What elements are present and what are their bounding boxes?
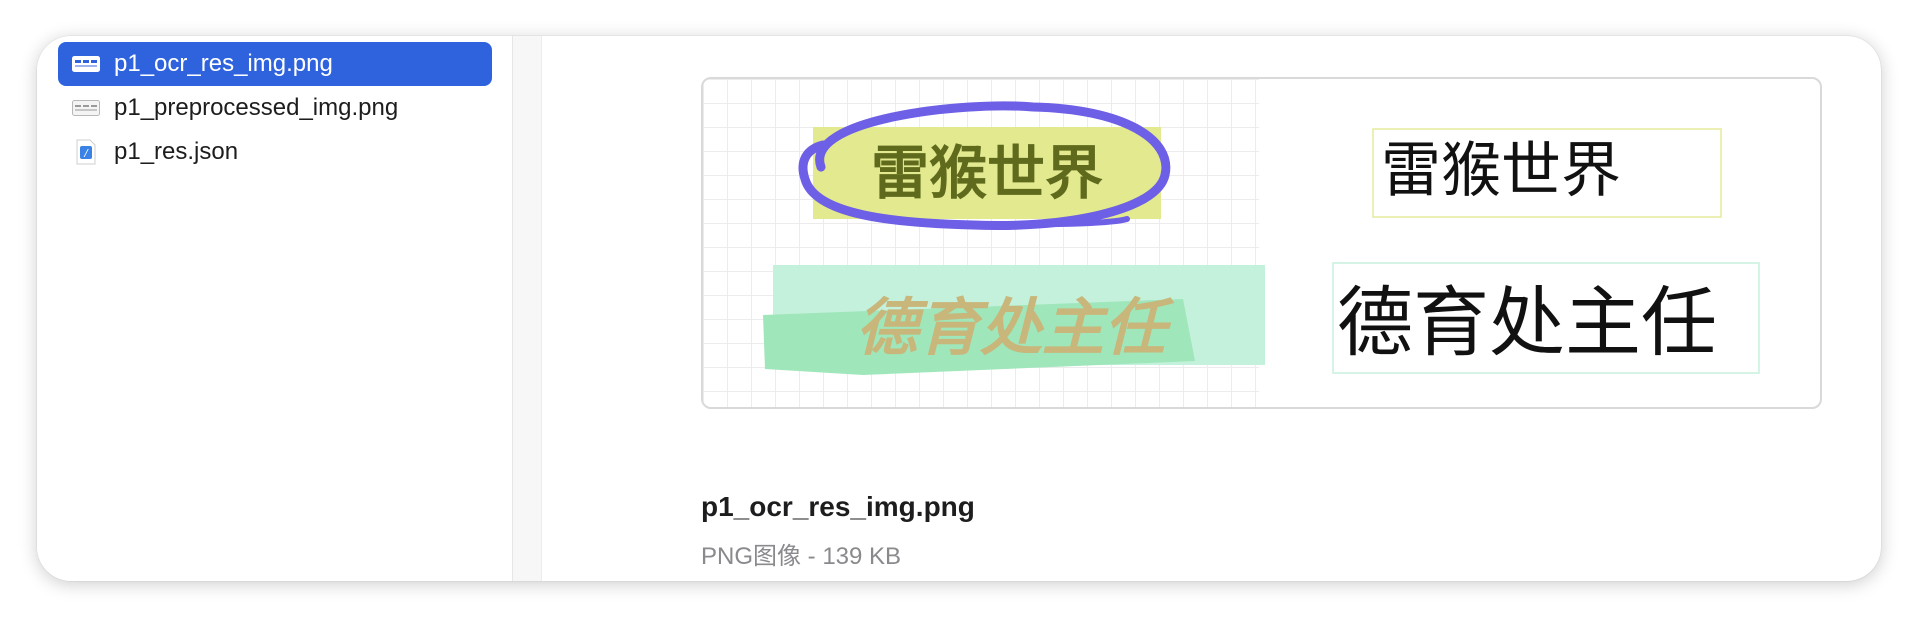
image-file-icon xyxy=(72,53,100,75)
file-list: p1_ocr_res_img.png p1_preprocessed_img.p… xyxy=(58,42,492,174)
left-brush-text: 德育处主任 xyxy=(856,291,1175,364)
file-name-label: p1_res.json xyxy=(114,138,239,165)
file-name-label: p1_ocr_res_img.png xyxy=(114,50,333,77)
file-item-p1-ocr-res-img[interactable]: p1_ocr_res_img.png xyxy=(58,42,492,86)
ocr-result-illustration: 雷猴世界 德育处主任 雷猴世界 德育处主任 xyxy=(763,101,1760,375)
preview-file-meta: PNG图像 - 139 KB xyxy=(701,543,902,570)
image-file-icon xyxy=(72,97,100,119)
left-bold-text: 雷猴世界 xyxy=(871,139,1103,207)
finder-window: p1_ocr_res_img.png p1_preprocessed_img.p… xyxy=(37,36,1881,581)
image-preview: 雷猴世界 德育处主任 雷猴世界 德育处主任 xyxy=(701,77,1822,409)
right-text-top: 雷猴世界 xyxy=(1381,136,1621,206)
pane-divider[interactable] xyxy=(513,36,542,581)
file-item-p1-res-json[interactable]: / p1_res.json xyxy=(58,130,492,174)
preview-filename: p1_ocr_res_img.png xyxy=(701,491,975,522)
right-text-bottom: 德育处主任 xyxy=(1337,278,1717,367)
file-name-label: p1_preprocessed_img.png xyxy=(114,94,399,121)
file-item-p1-preprocessed-img[interactable]: p1_preprocessed_img.png xyxy=(58,86,492,130)
file-list-pane: p1_ocr_res_img.png p1_preprocessed_img.p… xyxy=(37,36,513,581)
json-file-icon: / xyxy=(72,139,100,165)
